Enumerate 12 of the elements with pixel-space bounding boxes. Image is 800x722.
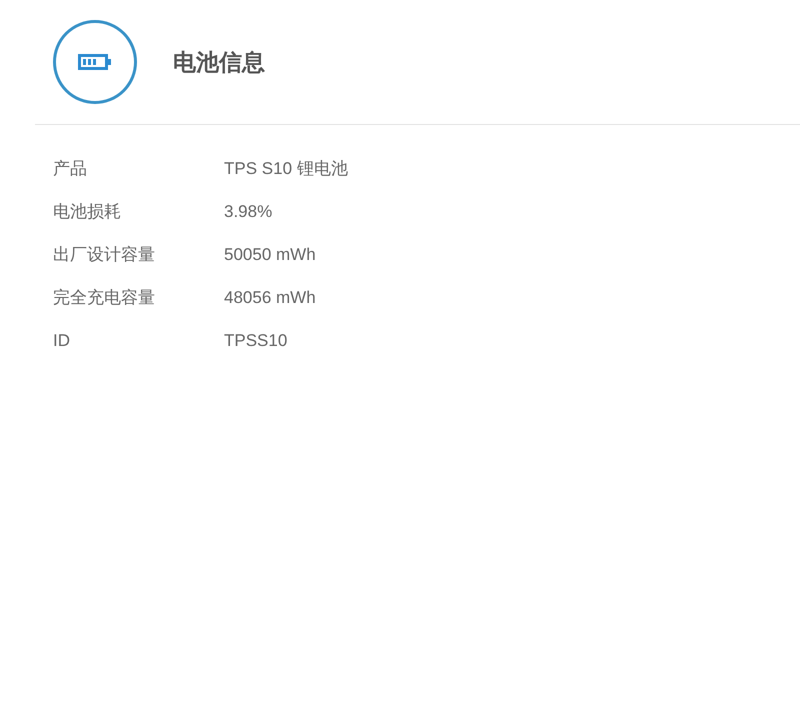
- detail-label: ID: [53, 330, 71, 352]
- detail-label: 完全充电容量: [53, 286, 156, 309]
- detail-label: 产品: [53, 158, 88, 180]
- detail-value: 48056 mWh: [224, 286, 316, 309]
- detail-value: 3.98%: [224, 200, 272, 223]
- detail-value: TPS S10 锂电池: [224, 158, 348, 180]
- battery-icon: [78, 54, 112, 70]
- section-title: 电池信息: [173, 48, 265, 77]
- detail-value: TPSS10: [224, 330, 288, 352]
- detail-value: 50050 mWh: [224, 244, 316, 266]
- detail-label: 电池损耗: [53, 200, 122, 223]
- detail-label: 出厂设计容量: [53, 244, 156, 266]
